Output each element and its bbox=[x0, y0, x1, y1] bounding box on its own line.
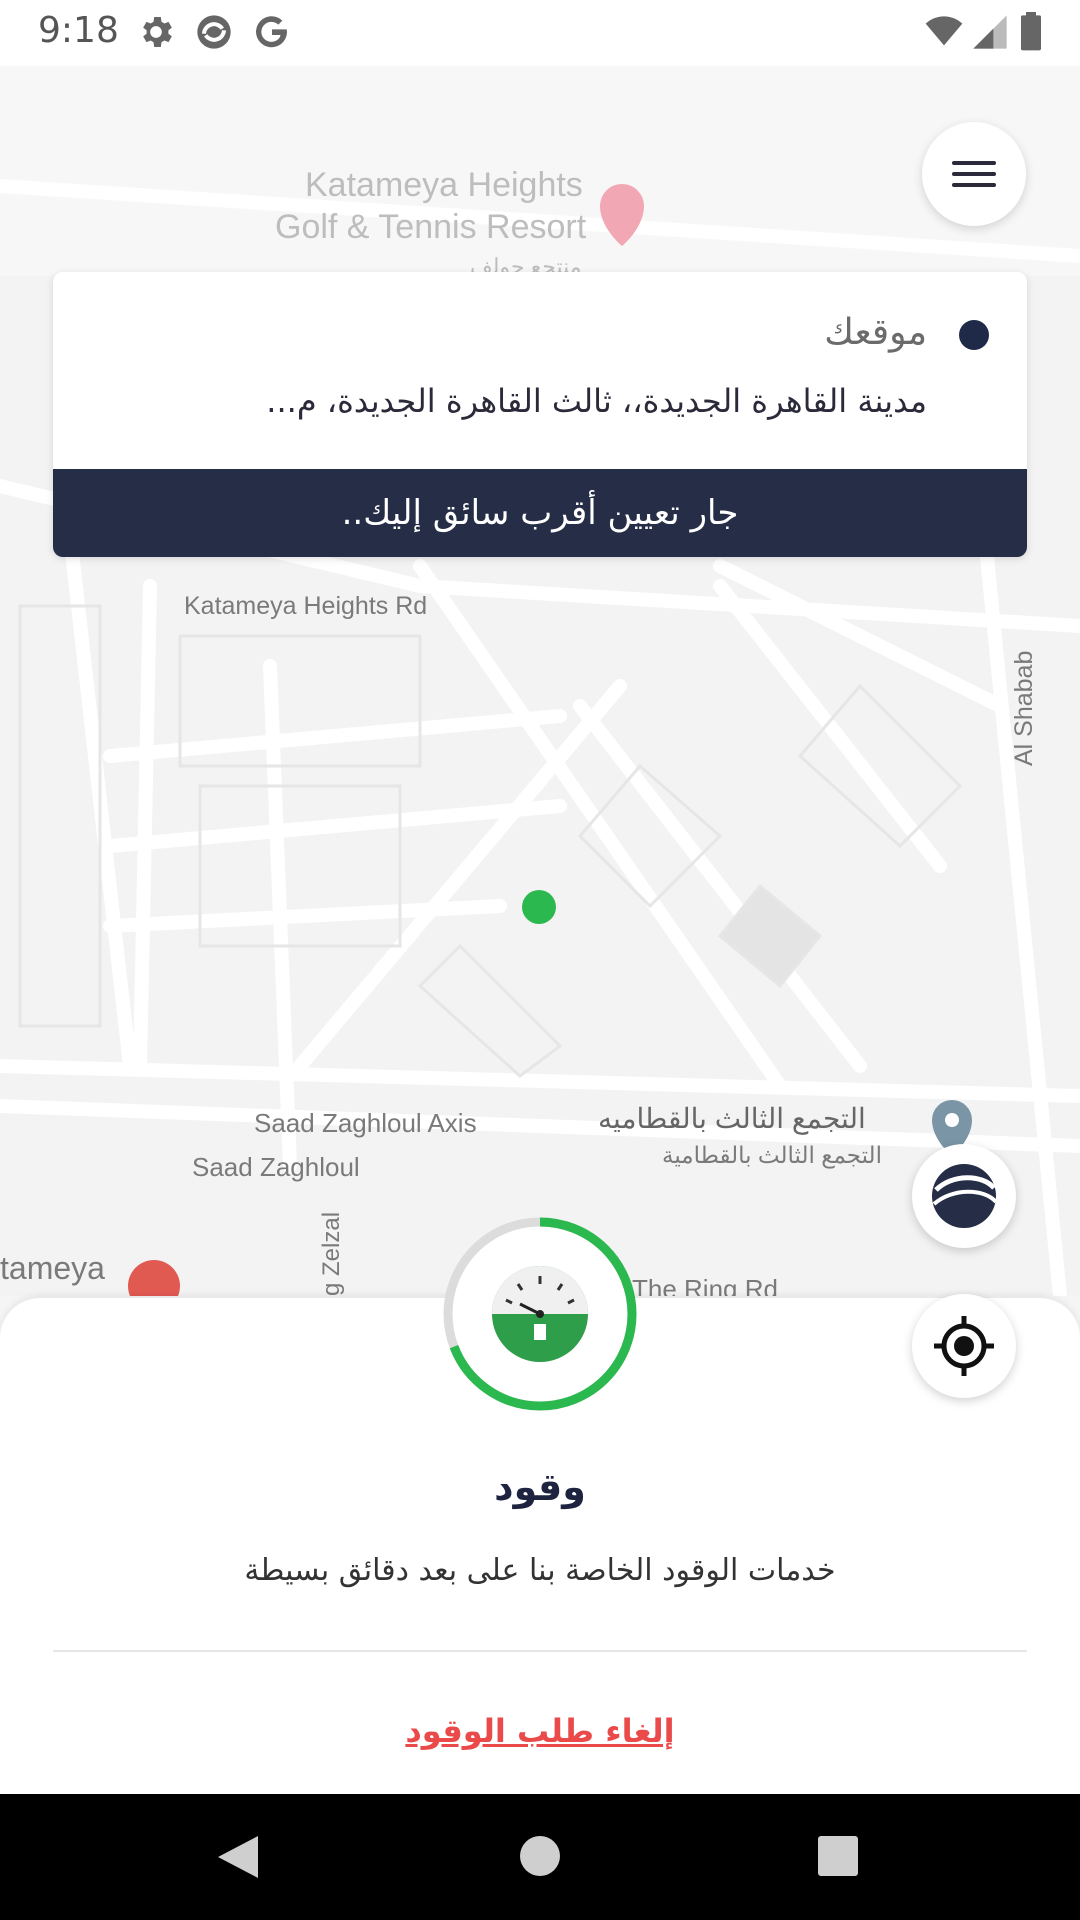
my-location-button[interactable] bbox=[912, 1294, 1016, 1398]
system-nav-bar bbox=[0, 1794, 1080, 1920]
map-label-saad-axis: Saad Zaghloul Axis bbox=[254, 1108, 477, 1138]
brand-globe-button[interactable] bbox=[912, 1144, 1016, 1248]
location-title: موقعك bbox=[824, 312, 927, 353]
cancel-fuel-request-link[interactable]: إلغاء طلب الوقود bbox=[0, 1712, 1080, 1750]
globe-icon bbox=[932, 1164, 998, 1228]
menu-button[interactable] bbox=[922, 122, 1026, 226]
status-time: 9:18 bbox=[38, 10, 119, 51]
map-label-resort-line2: Golf & Tennis Resort bbox=[275, 208, 587, 246]
settings-icon bbox=[143, 17, 172, 47]
map-label-ring-rd: The Ring Rd bbox=[632, 1274, 778, 1296]
wifi-icon bbox=[925, 16, 963, 46]
map-label-tagamoa-sub: التجمع الثالث بالقطامية bbox=[662, 1142, 882, 1168]
crosshair-icon bbox=[934, 1316, 994, 1376]
map-label-zelzal: g Zelzal bbox=[318, 1211, 345, 1296]
map-label-tagamoa-main: التجمع الثالث بالقطاميه bbox=[598, 1103, 866, 1134]
cell-signal-icon bbox=[973, 15, 1007, 49]
hamburger-icon bbox=[952, 161, 996, 165]
user-location-marker bbox=[522, 890, 556, 924]
assign-driver-status: جار تعيين أقرب سائق إليك.. bbox=[53, 469, 1027, 557]
map-label-katameya: tameya bbox=[0, 1250, 105, 1286]
recents-icon[interactable] bbox=[818, 1836, 858, 1876]
status-bar: 9:18 bbox=[0, 0, 1080, 66]
battery-icon bbox=[1021, 12, 1041, 51]
map-label-al-shabab: Al Shabab bbox=[1010, 650, 1038, 766]
map-label-heights-rd: Katameya Heights Rd bbox=[184, 592, 428, 620]
location-address[interactable]: مدينة القاهرة الجديدة،، ثالث القاهرة الج… bbox=[207, 382, 927, 420]
sync-app-icon bbox=[197, 15, 231, 49]
location-dot-icon bbox=[959, 320, 989, 350]
google-icon bbox=[256, 16, 287, 48]
fuel-progress-ring bbox=[443, 1217, 637, 1411]
back-icon[interactable] bbox=[214, 1832, 262, 1882]
home-icon[interactable] bbox=[518, 1834, 562, 1878]
divider bbox=[53, 1650, 1027, 1652]
location-card: موقعك مدينة القاهرة الجديدة،، ثالث القاه… bbox=[53, 272, 1027, 557]
service-description: خدمات الوقود الخاصة بنا على بعد دقائق بس… bbox=[244, 1553, 836, 1588]
map-roads bbox=[0, 66, 1080, 1296]
map-label-resort-line1: Katameya Heights bbox=[305, 166, 583, 204]
service-title: وقود bbox=[494, 1465, 586, 1509]
map-view[interactable]: Katameya Heights Golf & Tennis Resort من… bbox=[0, 66, 1080, 1296]
fuel-gauge-icon bbox=[492, 1266, 588, 1362]
map-label-saad: Saad Zaghloul bbox=[192, 1152, 360, 1182]
